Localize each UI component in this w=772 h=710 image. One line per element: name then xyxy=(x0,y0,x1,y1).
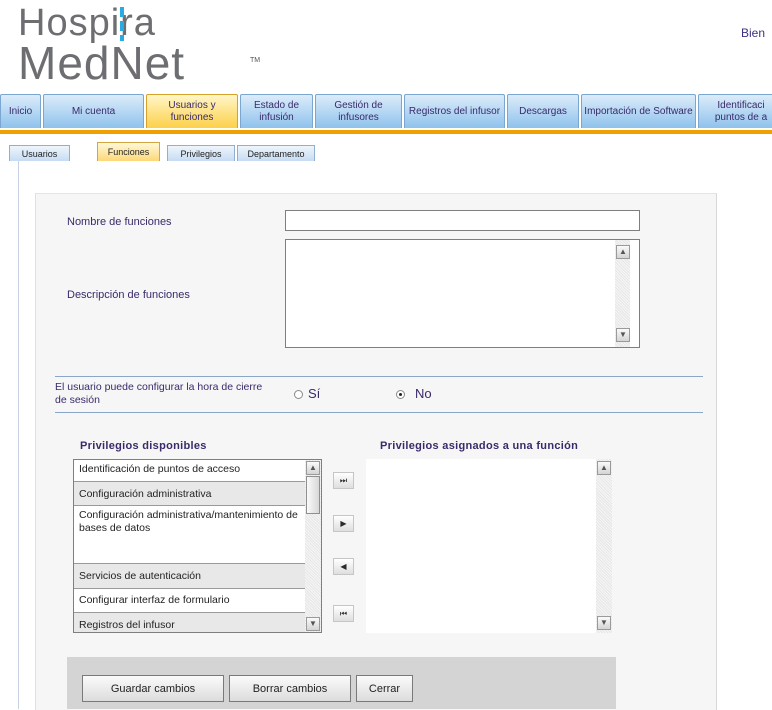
move-all-right-button[interactable]: ⏭ xyxy=(333,472,354,489)
hospira-mednet-logo: Hospira MedNet TM xyxy=(18,3,261,89)
radio-yes[interactable] xyxy=(294,390,303,399)
radio-yes-label: Sí xyxy=(308,386,321,401)
welcome-text: Bien xyxy=(741,26,766,40)
radio-no-label: No xyxy=(415,386,432,401)
tab-descargas[interactable]: Descargas xyxy=(507,94,579,128)
subtab-departamento[interactable]: Departamento xyxy=(237,145,315,161)
list-item[interactable]: Configuración administrativa xyxy=(74,482,305,506)
available-privileges-list[interactable]: Identificación de puntos de acceso Confi… xyxy=(73,459,322,633)
logout-config-label: El usuario puede configurar la hora de c… xyxy=(55,381,263,406)
save-changes-button[interactable]: Guardar cambios xyxy=(82,675,224,702)
scroll-down-icon[interactable]: ▼ xyxy=(306,617,320,631)
scroll-up-icon[interactable]: ▲ xyxy=(616,245,630,259)
radio-no[interactable] xyxy=(396,390,405,399)
tab-importacion-de-software[interactable]: Importación de Software xyxy=(581,94,696,128)
list-item[interactable]: Servicios de autenticación xyxy=(74,564,305,589)
move-left-button[interactable]: ◀ xyxy=(333,558,354,575)
list-item[interactable]: Configuración administrativa/mantenimien… xyxy=(74,506,305,564)
available-list-scrollbar[interactable]: ▲ ▼ xyxy=(305,460,321,632)
logo-accent-bar xyxy=(120,7,124,17)
role-description-textarea[interactable]: ▲ ▼ xyxy=(285,239,640,348)
subtab-usuarios[interactable]: Usuarios xyxy=(9,145,70,161)
role-name-label: Nombre de funciones xyxy=(67,216,172,228)
clear-changes-button[interactable]: Borrar cambios xyxy=(229,675,351,702)
move-right-button[interactable]: ▶ xyxy=(333,515,354,532)
role-name-input[interactable] xyxy=(285,210,640,231)
tab-inicio[interactable]: Inicio xyxy=(0,94,41,128)
logo-line-2: MedNet xyxy=(18,37,186,89)
main-navigation-tabs: Inicio Mi cuenta Usuarios y funciones Es… xyxy=(0,92,772,134)
tab-estado-de-infusion[interactable]: Estado de infusión xyxy=(240,94,313,128)
available-privileges-heading: Privilegios disponibles xyxy=(80,440,207,452)
section-divider xyxy=(55,412,703,413)
list-item[interactable]: Configurar interfaz de formulario xyxy=(74,589,305,613)
scrollbar-thumb[interactable] xyxy=(306,476,320,514)
assigned-privileges-heading: Privilegios asignados a una función xyxy=(380,440,579,452)
move-all-left-button[interactable]: ⏮ xyxy=(333,605,354,622)
tab-gestion-de-infusores[interactable]: Gestión de infusores xyxy=(315,94,402,128)
logo-accent-bar xyxy=(120,21,124,31)
logo-accent-bar xyxy=(120,35,124,41)
section-divider xyxy=(55,376,703,377)
tab-mi-cuenta[interactable]: Mi cuenta xyxy=(43,94,144,128)
scroll-down-icon[interactable]: ▼ xyxy=(597,616,611,630)
close-button[interactable]: Cerrar xyxy=(356,675,413,702)
description-scrollbar[interactable]: ▲ ▼ xyxy=(615,240,630,347)
subtab-funciones[interactable]: Funciones xyxy=(97,142,160,161)
scroll-down-icon[interactable]: ▼ xyxy=(616,328,630,342)
tab-registros-del-infusor[interactable]: Registros del infusor xyxy=(404,94,505,128)
list-item[interactable]: Identificación de puntos de acceso xyxy=(74,460,305,482)
scroll-up-icon[interactable]: ▲ xyxy=(306,461,320,475)
tab-usuarios-y-funciones[interactable]: Usuarios y funciones xyxy=(146,94,238,128)
assigned-privileges-list[interactable]: ▲ ▼ xyxy=(366,459,612,633)
logo-trademark: TM xyxy=(250,57,261,64)
assigned-list-scrollbar[interactable]: ▲ ▼ xyxy=(596,459,612,633)
sub-navigation-tabs: Usuarios Funciones Privilegios Departame… xyxy=(9,141,772,162)
tab-identificacion-puntos-de-acceso[interactable]: Identificaci puntos de a xyxy=(698,94,772,128)
subtab-privilegios[interactable]: Privilegios xyxy=(167,145,235,161)
scroll-up-icon[interactable]: ▲ xyxy=(597,461,611,475)
role-description-label: Descripción de funciones xyxy=(67,289,190,301)
list-item[interactable]: Registros del infusor xyxy=(74,613,305,632)
